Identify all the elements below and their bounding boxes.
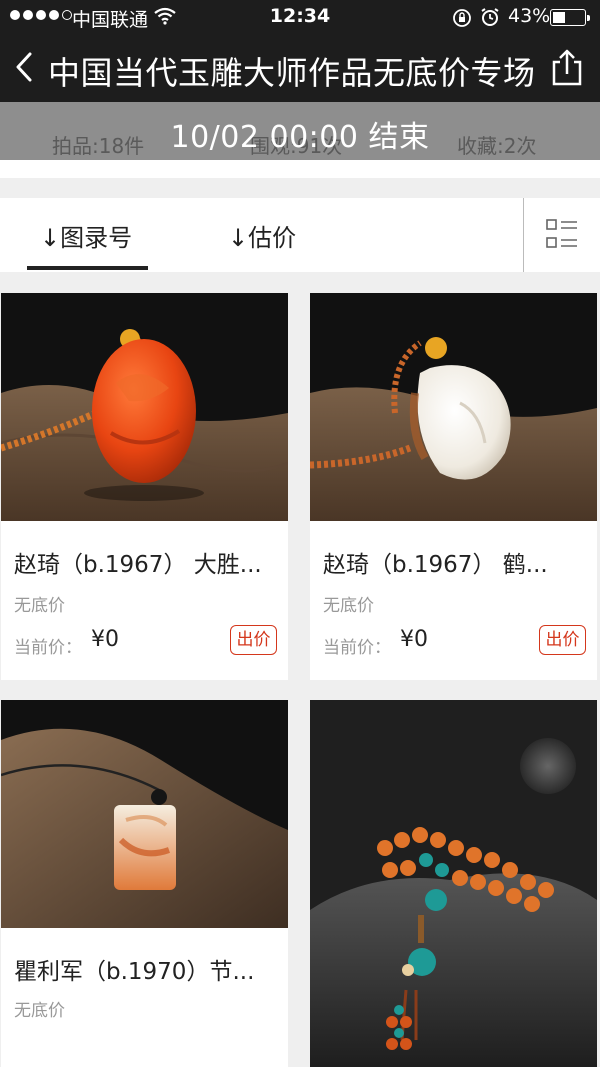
lot-card[interactable] (310, 700, 597, 1067)
current-price-label: 当前价： (323, 638, 391, 658)
sort-tab-catalog-number[interactable]: ↓图录号 (40, 218, 132, 253)
alarm-icon (480, 7, 500, 32)
battery-fill (553, 12, 566, 23)
lot-image-red-agate-pendant[interactable] (1, 293, 288, 521)
lot-title: 赵琦（b.1967） 鹤... (323, 552, 548, 578)
lot-title: 赵琦（b.1967） 大胜... (14, 552, 262, 578)
current-price: ¥0 (400, 627, 428, 652)
auction-info-band: 拍品:18件 围观:91次 收藏:2次 10/02 00:00 结束 (0, 102, 600, 160)
battery-percent: 43% (508, 5, 551, 27)
lot-card[interactable]: 赵琦（b.1967） 大胜... 无底价 当前价： ¥0 出价 (1, 293, 288, 680)
lot-title: 瞿利军（b.1970）节... (14, 959, 255, 985)
page-title: 中国当代玉雕大师作品无底价专场 (48, 54, 536, 92)
share-icon[interactable] (550, 48, 584, 90)
battery-icon (550, 9, 590, 26)
back-chevron-icon[interactable] (12, 50, 36, 88)
reserve-label: 无底价 (14, 596, 65, 616)
auction-deadline: 10/02 00:00 结束 (170, 120, 430, 155)
active-tab-indicator (27, 266, 148, 270)
reserve-label: 无底价 (14, 1001, 65, 1021)
reserve-label: 无底价 (323, 596, 374, 616)
bid-button[interactable]: 出价 (230, 625, 277, 655)
spacer (0, 160, 600, 178)
list-view-toggle-icon[interactable] (545, 217, 579, 255)
sort-tab-estimate[interactable]: ↓估价 (228, 218, 296, 253)
bid-button[interactable]: 出价 (539, 625, 586, 655)
lot-image-white-jade-pendant[interactable] (310, 293, 597, 521)
current-price-label: 当前价： (14, 638, 82, 658)
status-bar: 中国联通 12:34 43% (0, 0, 600, 34)
sort-bar: ↓图录号 ↓估价 (0, 198, 600, 272)
lot-card[interactable]: 赵琦（b.1967） 鹤... 无底价 当前价： ¥0 出价 (310, 293, 597, 680)
lot-image-seal-pendant[interactable] (1, 700, 288, 928)
nav-bar: 中国当代玉雕大师作品无底价专场 (0, 34, 600, 102)
current-price: ¥0 (91, 627, 119, 652)
lot-image-amber-bead-necklace[interactable] (310, 700, 597, 1067)
rotation-lock-icon (452, 8, 472, 33)
divider (523, 198, 524, 272)
lot-card[interactable]: 瞿利军（b.1970）节... 无底价 (1, 700, 288, 1067)
